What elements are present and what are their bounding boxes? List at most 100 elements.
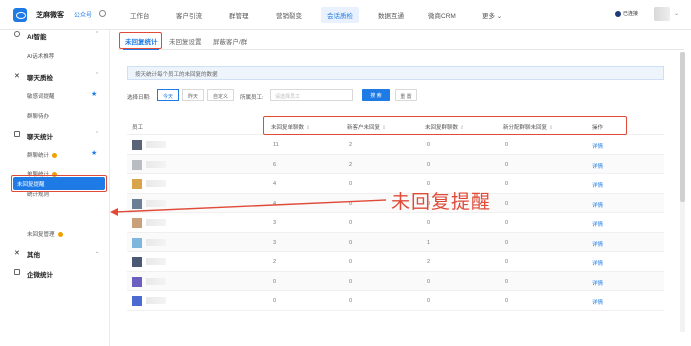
table-cell: 3	[273, 220, 277, 226]
notification-icon[interactable]	[99, 10, 106, 17]
tab-unreplied-settings[interactable]: 未回复设置	[169, 36, 202, 46]
table-row: 6 2 0 0 详情	[127, 154, 664, 174]
staff-name-blurred	[146, 258, 166, 265]
date-label: 选择日期:	[127, 95, 151, 101]
hot-icon	[52, 153, 58, 159]
table-cell: 0	[427, 142, 431, 148]
star-icon[interactable]: ★	[91, 149, 97, 157]
table-cell: 0	[505, 142, 509, 148]
table-cell: 0	[349, 298, 353, 304]
top-bar: 芝麻微客 公众号 工作台 客户引流 群管理 营销裂变 会话质检 数据互通 微商C…	[0, 0, 691, 30]
sidebar: AI智能 ⌃ AI话术推荐 ✕ 聊天质检 ⌃ 敏感词提醒 ★ 群聊待办 聊天统计…	[0, 30, 110, 346]
table-cell: 0	[505, 239, 509, 246]
table-row: 3 0 0 0 详情	[127, 213, 664, 233]
nav-group-management[interactable]: 群管理	[229, 10, 249, 20]
detail-link[interactable]: 详情	[592, 162, 603, 170]
nav-customer-acquisition[interactable]: 客户引流	[176, 10, 202, 20]
table-cell: 2	[349, 142, 353, 148]
date-today-button[interactable]: 今天	[157, 89, 180, 101]
nav-workbench[interactable]: 工作台	[130, 10, 150, 20]
tab-bar: 未回复统计 未回复设置 屏蔽客户/群	[118, 33, 684, 50]
star-icon[interactable]: ★	[91, 90, 97, 98]
sidebar-item-sensitive-words[interactable]: 敏感词提醒	[27, 92, 55, 100]
detail-link[interactable]: 详情	[592, 279, 603, 287]
staff-name-blurred	[146, 219, 166, 226]
chevron-down-icon: ⌄	[95, 249, 100, 255]
status-dot-icon	[615, 10, 621, 17]
chevron-down-icon[interactable]: ⌄	[674, 10, 679, 17]
table-cell: 6	[273, 161, 277, 168]
user-avatar[interactable]	[654, 7, 670, 21]
staff-name-blurred	[146, 141, 166, 148]
nav-conversation-inspection[interactable]: 会话质检	[321, 7, 359, 23]
hot-icon	[57, 232, 63, 238]
sidebar-item-unreplied-management[interactable]: 未回复管理	[27, 230, 63, 238]
detail-link[interactable]: 详情	[592, 298, 603, 306]
sidebar-item-group-stats[interactable]: 群聊统计	[27, 151, 58, 159]
table-cell: 0	[349, 181, 353, 187]
table-cell: 0	[505, 200, 509, 207]
status-text: 已连接	[623, 11, 639, 17]
chevron-up-icon: ⌃	[95, 72, 100, 78]
table-cell: 2	[349, 161, 353, 168]
table-row: 11 2 0 0 详情	[127, 135, 664, 155]
nav-marketing-fission[interactable]: 营销裂变	[276, 10, 302, 20]
public-account-link[interactable]: 公众号	[74, 10, 92, 19]
staff-name-blurred	[146, 180, 166, 187]
search-button[interactable]: 搜 索	[362, 89, 390, 101]
staff-avatar	[132, 140, 142, 150]
scrollbar-thumb[interactable]	[680, 52, 685, 202]
annotation-callout: 未回复提醒	[391, 191, 492, 213]
table-row: 0 0 0 0 详情	[127, 271, 664, 291]
table-cell: 0	[349, 239, 353, 246]
table-cell: 0	[349, 278, 353, 285]
nav-more[interactable]: 更多 ⌄	[482, 10, 502, 20]
filter-row: 选择日期: 今天 昨天 自定义 所属员工: 请选择员工 搜 索 重 置	[127, 89, 667, 103]
table-cell: 0	[349, 259, 353, 265]
detail-link[interactable]: 详情	[592, 181, 603, 189]
app-name: 芝麻微客	[36, 12, 64, 19]
date-yesterday-button[interactable]: 昨天	[182, 89, 205, 101]
sidebar-group-label: 聊天统计	[27, 134, 53, 141]
staff-avatar	[132, 257, 142, 267]
table-cell: 0	[427, 161, 431, 168]
detail-link[interactable]: 详情	[592, 220, 603, 228]
sidebar-group-label: 企微统计	[27, 272, 53, 279]
sidebar-item-label: 未回复管理	[27, 232, 55, 238]
table-cell: 0	[273, 298, 277, 304]
staff-name-blurred	[146, 277, 166, 285]
table-cell: 0	[427, 298, 431, 304]
table-cell: 3	[273, 239, 277, 246]
detail-link[interactable]: 详情	[592, 142, 603, 150]
staff-name-blurred	[146, 199, 166, 207]
detail-link[interactable]: 详情	[592, 240, 603, 248]
ai-icon	[14, 31, 20, 37]
sidebar-group-label: 其他	[27, 252, 40, 259]
sidebar-group-label: 聊天质检	[27, 75, 53, 82]
staff-select[interactable]: 请选择员工	[270, 89, 353, 101]
sidebar-item-label: 群聊统计	[27, 153, 50, 159]
staff-name-blurred	[146, 160, 166, 168]
sidebar-item-ai-script[interactable]: AI话术推荐	[27, 52, 54, 60]
sidebar-item-unreplied-reminder[interactable]: 未回复提醒	[13, 177, 105, 190]
nav-wechat-crm[interactable]: 微商CRM	[428, 10, 456, 20]
table-row: 3 0 1 0 详情	[127, 232, 664, 252]
detail-link[interactable]: 详情	[592, 201, 603, 209]
table-cell: 0	[505, 259, 509, 265]
tab-blocked-customers[interactable]: 屏蔽客户/群	[213, 36, 247, 46]
chart-icon	[14, 131, 20, 137]
annotation-box-header	[263, 116, 627, 135]
sidebar-item-group-todo[interactable]: 群聊待办	[27, 112, 49, 120]
table-row: 0 0 0 0 详情	[127, 291, 664, 311]
staff-avatar	[132, 237, 142, 248]
info-notice: 按天统计每个员工的未回复的数据	[127, 66, 664, 80]
nav-data-interop[interactable]: 数据互通	[378, 10, 404, 20]
staff-label: 所属员工:	[240, 95, 264, 101]
th-staff: 员工	[132, 125, 144, 131]
table-cell: 1	[427, 239, 431, 246]
detail-link[interactable]: 详情	[592, 259, 603, 267]
reset-button[interactable]: 重 置	[395, 89, 417, 101]
date-custom-button[interactable]: 自定义	[207, 89, 235, 101]
staff-avatar	[132, 159, 142, 170]
table-cell: 0	[505, 181, 509, 187]
